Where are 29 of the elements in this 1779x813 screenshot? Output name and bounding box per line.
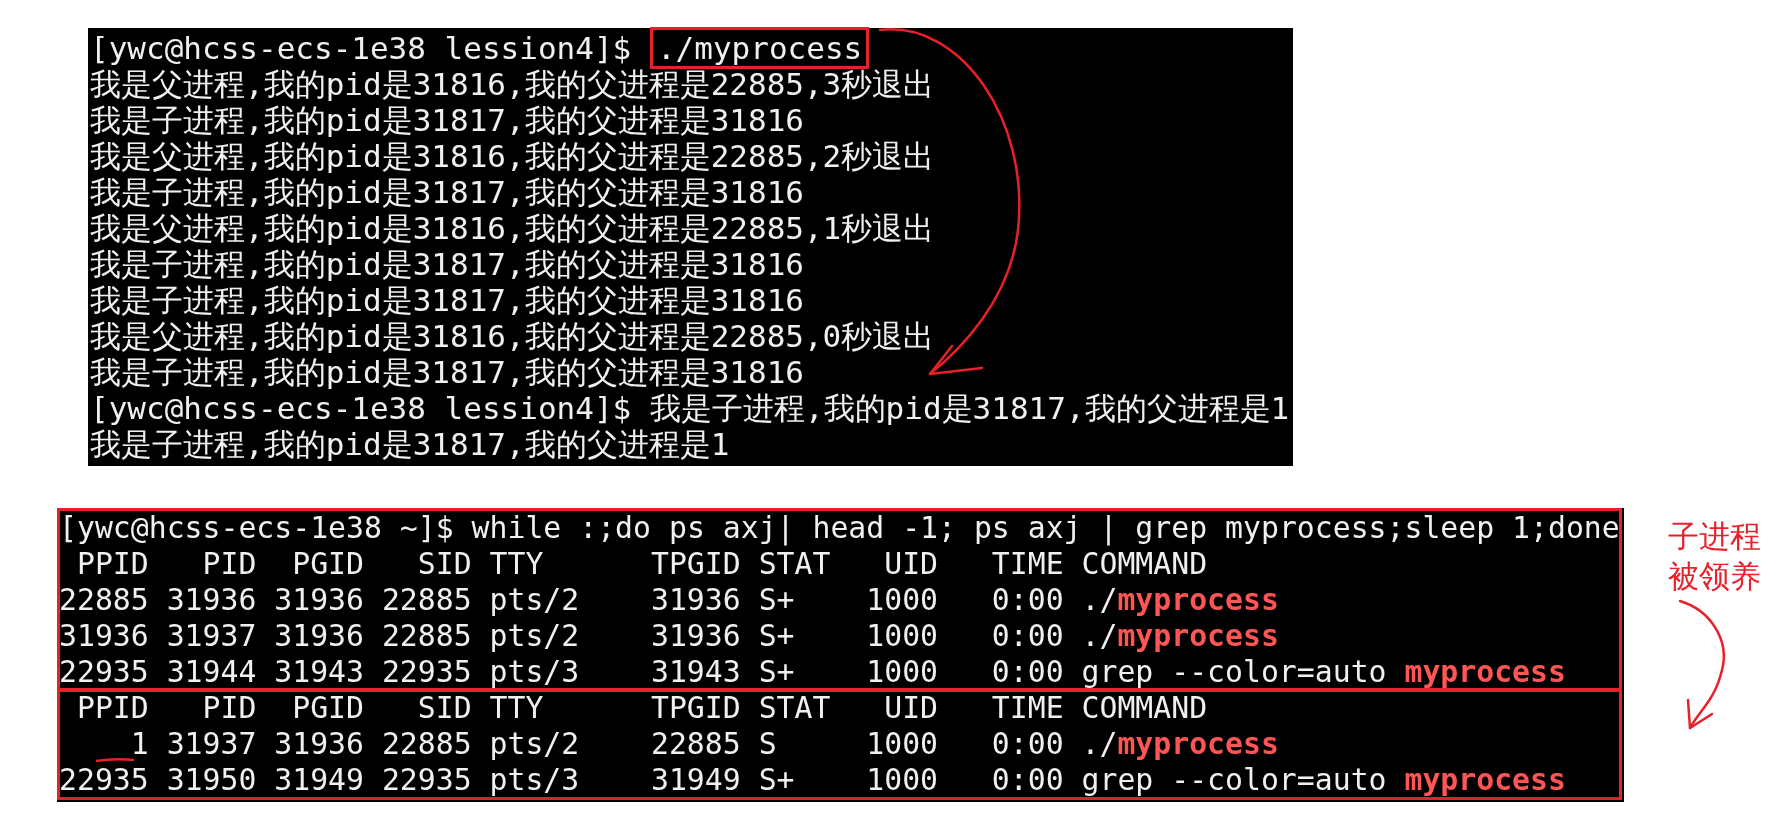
output-text: 31936 31937 31936 22885 pts/2 31936 S+ 1000 0:00 ./: [59, 618, 1118, 653]
output-text: 1 31937 31936 22885 pts/2 22885 S 1000 0:00 ./: [129, 726, 1118, 761]
annotation-label: 子进程被领养: [1668, 517, 1761, 596]
output-text: 22935 31944 31943 22935 pts/3 31943 S+ 1000 0:00 grep --color=auto: [59, 654, 1388, 689]
grep-match: myprocess: [1117, 582, 1279, 617]
output-text: PPID PID PGID SID TTY TPGID STAT UID TIME COMMAND: [75, 690, 1208, 725]
output-text: 我是子进程,我的pid是31817,我的父进程是31816: [90, 282, 804, 318]
output-text: 我是子进程,我的pid是31817,我的父进程是31816: [90, 174, 804, 210]
command-text: while :;do ps axj| head -1; ps axj | grep myprocess;sleep 1;done: [471, 510, 1620, 545]
shell-prompt: [ywc@hcss-ecs-1e38 lession4]$: [90, 30, 633, 66]
grep-match: myprocess: [1404, 762, 1566, 797]
shell-prompt: [ywc@hcss-ecs-1e38 ~]$: [59, 510, 455, 545]
grep-match: myprocess: [1404, 654, 1566, 689]
output-text: 我是子进程,我的pid是31817,我的父进程是31816: [90, 354, 804, 390]
command-text: ./myprocess: [649, 27, 870, 69]
grep-match: myprocess: [1117, 726, 1279, 761]
output-text: 我是父进程,我的pid是31816,我的父进程是22885,0秒退出: [90, 318, 935, 354]
output-text: 22935 31950 31949 22935 pts/3 31949 S+ 1000 0:00 grep --color=auto: [59, 762, 1388, 797]
output-text: 我是子进程,我的pid是31817,我的父进程是31816: [90, 102, 804, 138]
output-text: 我是父进程,我的pid是31816,我的父进程是22885,2秒退出: [90, 138, 935, 174]
shell-prompt: [ywc@hcss-ecs-1e38 lession4]$: [90, 390, 633, 426]
command-text: 我是子进程,我的pid是31817,我的父进程是1: [649, 390, 1290, 426]
output-text: PPID PID PGID SID TTY TPGID STAT UID TIME COMMAND: [75, 546, 1208, 581]
output-text: 22885 31936 31936 22885 pts/2 31936 S+ 1000 0:00 ./: [59, 582, 1118, 617]
output-text: 我是父进程,我的pid是31816,我的父进程是22885,3秒退出: [90, 66, 935, 102]
output-text: 我是子进程,我的pid是31817,我的父进程是31816: [90, 246, 804, 282]
output-text: 我是父进程,我的pid是31816,我的父进程是22885,1秒退出: [90, 210, 935, 246]
grep-match: myprocess: [1117, 618, 1279, 653]
output-text: 我是子进程,我的pid是31817,我的父进程是1: [90, 426, 730, 462]
